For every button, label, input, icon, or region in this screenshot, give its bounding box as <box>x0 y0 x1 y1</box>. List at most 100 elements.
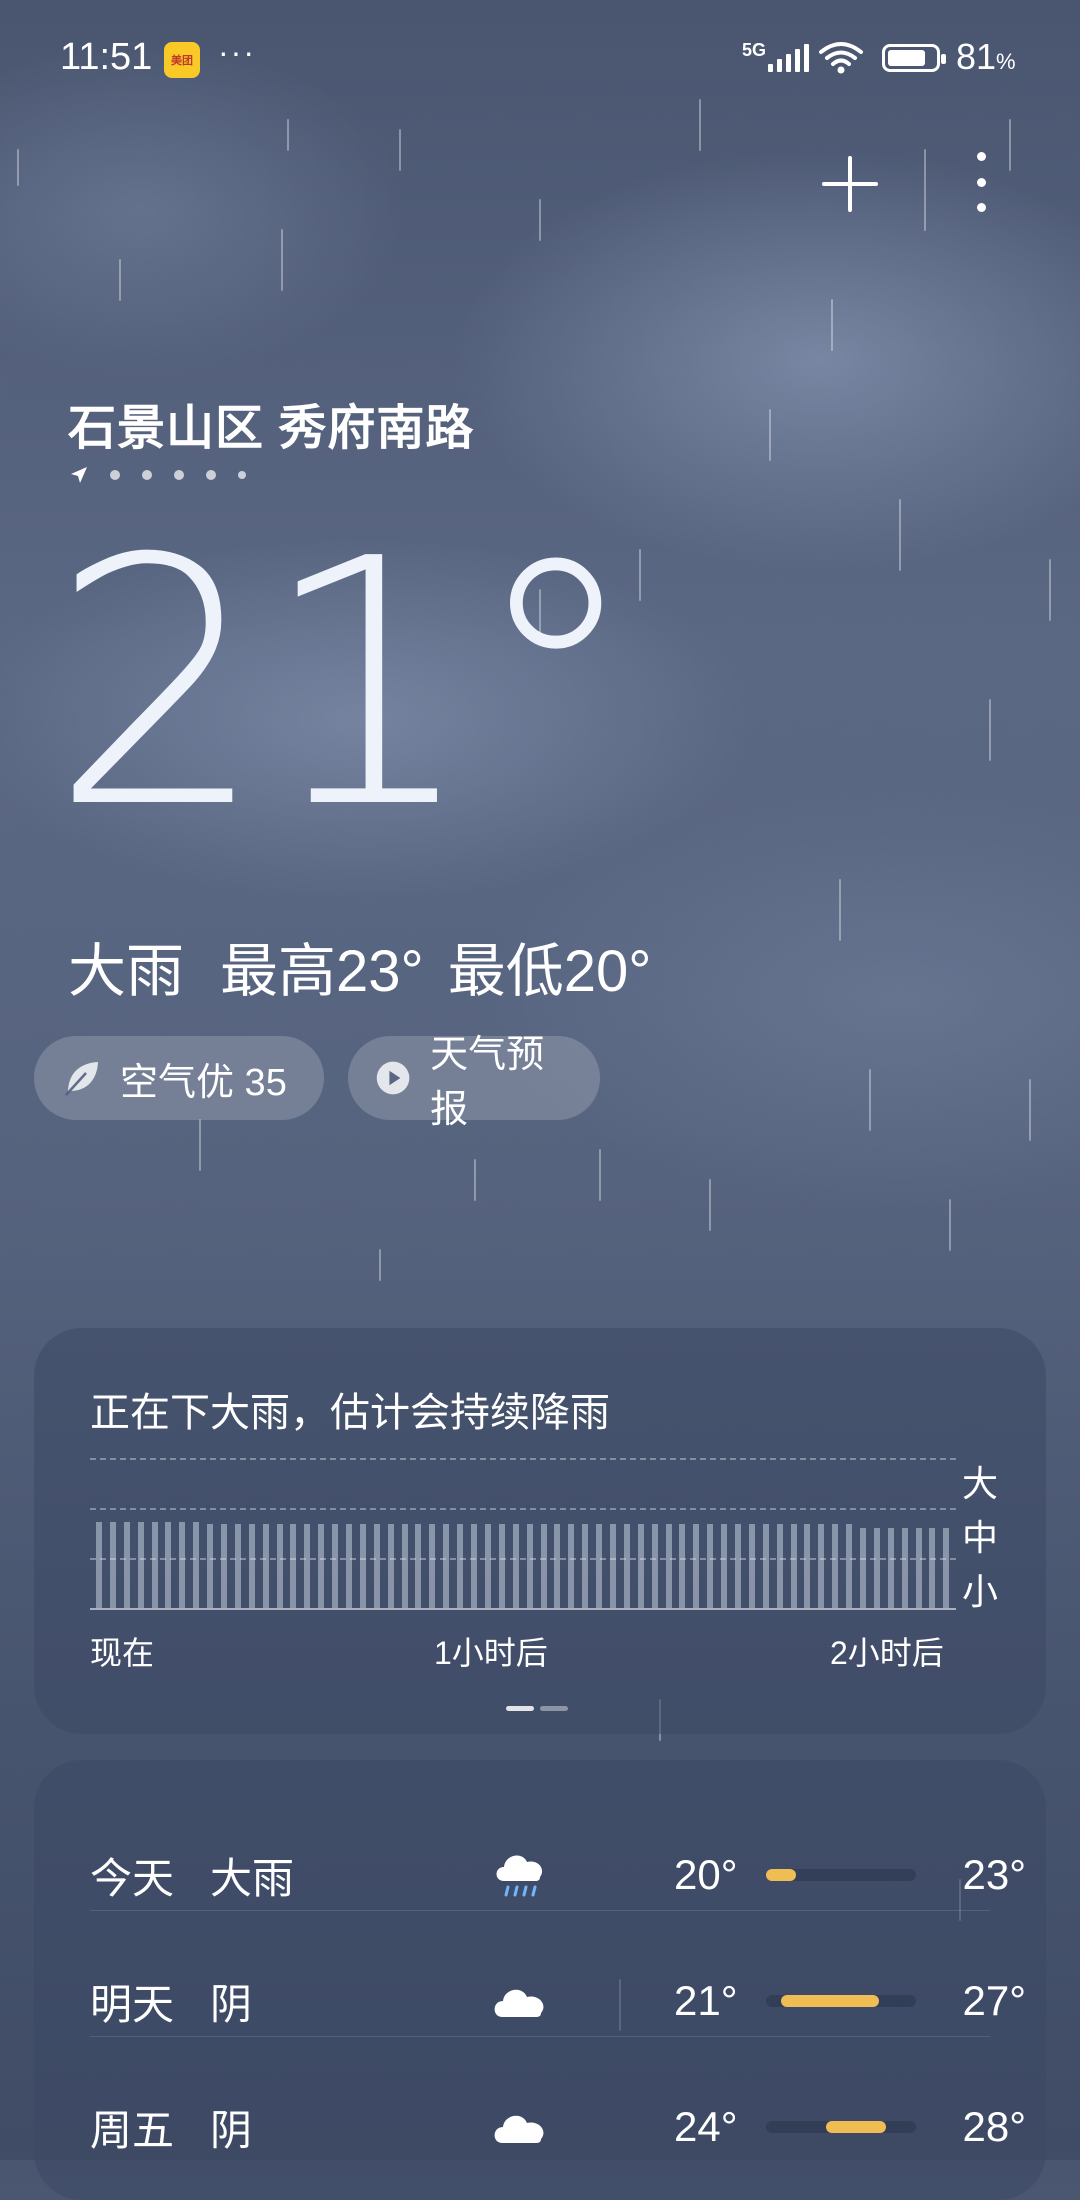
daily-row-friday[interactable]: 周五 阴 24° 28° <box>90 2064 1026 2190</box>
precipitation-bar <box>721 1524 728 1608</box>
pager-dot <box>238 471 246 479</box>
air-quality-chip[interactable]: 空气优 35 <box>34 1036 324 1120</box>
day-condition: 大雨 <box>210 1854 295 1902</box>
weather-summary: 大雨 最高23° 最低20° <box>68 924 687 1008</box>
level-light: 小 <box>962 1571 999 1612</box>
precipitation-bar <box>207 1524 214 1608</box>
precipitation-bar <box>359 1524 366 1608</box>
precipitation-bar <box>179 1522 186 1608</box>
precipitation-bar <box>387 1524 394 1608</box>
precipitation-bar <box>609 1524 616 1608</box>
weather-forecast-chip[interactable]: 天气预报 <box>348 1034 600 1131</box>
daily-forecast-card[interactable]: 今天 大雨 20° 23° 明天 阴 21° 27° 周五 阴 24° 28° <box>34 1760 1046 2200</box>
precipitation-bar <box>234 1524 241 1608</box>
day-low: 20° <box>674 1851 738 1898</box>
add-city-button[interactable] <box>822 156 878 212</box>
precipitation-bar <box>290 1524 297 1608</box>
precipitation-bar <box>901 1528 908 1608</box>
precipitation-bar <box>276 1524 283 1608</box>
precipitation-bar <box>318 1524 325 1608</box>
x-label-1h: 1小时后 <box>434 1635 548 1671</box>
precipitation-bar <box>457 1524 464 1608</box>
precipitation-chart <box>90 1458 956 1610</box>
range-segment <box>826 2121 886 2133</box>
network-type: 5G <box>742 40 767 60</box>
precipitation-bar <box>165 1522 172 1608</box>
level-heavy: 大 <box>962 1463 999 1504</box>
precipitation-bar <box>123 1522 130 1608</box>
daily-row-tomorrow[interactable]: 明天 阴 21° 27° <box>90 1938 1026 2064</box>
precipitation-bar <box>568 1524 575 1608</box>
precipitation-bar <box>707 1524 714 1608</box>
precipitation-bar <box>526 1524 533 1608</box>
precipitation-bar <box>859 1528 866 1608</box>
precipitation-bar <box>762 1524 769 1608</box>
meituan-app-icon: 美团 <box>164 42 200 78</box>
more-notifications-icon: ··· <box>218 34 256 70</box>
precipitation-bar <box>346 1524 353 1608</box>
precipitation-bar <box>734 1524 741 1608</box>
more-menu-button[interactable] <box>966 152 996 212</box>
precipitation-bar <box>401 1524 408 1608</box>
row-divider <box>90 1910 990 1911</box>
temperature-range-bar <box>766 2121 916 2133</box>
precipitation-bar <box>582 1524 589 1608</box>
status-time: 11:51 <box>60 36 153 78</box>
temperature-range-bar <box>766 1995 916 2007</box>
signal-icon <box>768 44 809 72</box>
weather-forecast-label: 天气预报 <box>430 1034 545 1131</box>
precipitation-bar <box>679 1524 686 1608</box>
range-segment <box>766 1869 796 1881</box>
precipitation-bar <box>665 1524 672 1608</box>
day-condition: 阴 <box>210 2106 253 2154</box>
low-temperature: 最低20° <box>447 939 652 1004</box>
precipitation-card[interactable]: 正在下大雨，估计会持续降雨 大 中 小 现在 1小时后 2小时后 <box>34 1328 1046 1734</box>
day-label: 今天 <box>90 1854 175 1902</box>
current-condition: 大雨 <box>68 939 185 1004</box>
wifi-icon <box>819 42 863 74</box>
precipitation-bar <box>498 1524 505 1608</box>
battery-icon <box>882 44 946 72</box>
air-quality-label: 空气优 35 <box>120 1061 287 1104</box>
precipitation-bar <box>304 1524 311 1608</box>
location-title[interactable]: 石景山区 秀府南路 <box>68 388 474 458</box>
precipitation-bar <box>373 1524 380 1608</box>
precipitation-bar <box>109 1522 116 1608</box>
chart-baseline <box>90 1608 956 1610</box>
precipitation-bar <box>137 1522 144 1608</box>
precipitation-bar <box>818 1524 825 1608</box>
day-label: 明天 <box>90 1980 175 2028</box>
precipitation-bar <box>943 1528 950 1608</box>
precipitation-bar <box>429 1524 436 1608</box>
precipitation-bar <box>873 1528 880 1608</box>
precipitation-bar <box>484 1524 491 1608</box>
pager-dot <box>142 470 152 480</box>
precipitation-bar <box>96 1522 102 1608</box>
level-moderate: 中 <box>962 1517 999 1558</box>
day-low: 24° <box>674 2103 738 2150</box>
precipitation-bar <box>929 1528 936 1608</box>
precipitation-bars <box>96 1456 950 1608</box>
city-pager[interactable] <box>70 466 246 484</box>
x-label-2h: 2小时后 <box>830 1635 944 1671</box>
precipitation-bar <box>623 1524 630 1608</box>
precipitation-bar <box>887 1528 894 1608</box>
battery-percent: 81% <box>956 36 1016 77</box>
precipitation-bar <box>832 1524 839 1608</box>
day-label: 周五 <box>90 2106 175 2154</box>
day-condition: 阴 <box>210 1980 253 2028</box>
precipitation-bar <box>415 1524 422 1608</box>
precipitation-bar <box>776 1524 783 1608</box>
precipitation-bar <box>790 1524 797 1608</box>
precipitation-bar <box>332 1524 339 1608</box>
current-temperature: 21° <box>50 487 641 883</box>
precipitation-bar <box>193 1522 200 1608</box>
precipitation-bar <box>637 1524 644 1608</box>
precipitation-bar <box>804 1524 811 1608</box>
precipitation-bar <box>248 1524 255 1608</box>
precipitation-bar <box>554 1524 561 1608</box>
cloud-icon <box>494 1989 544 2017</box>
high-temperature: 最高23° <box>220 939 424 1004</box>
precipitation-bar <box>846 1524 853 1608</box>
daily-row-today[interactable]: 今天 大雨 20° 23° <box>90 1812 1026 1938</box>
